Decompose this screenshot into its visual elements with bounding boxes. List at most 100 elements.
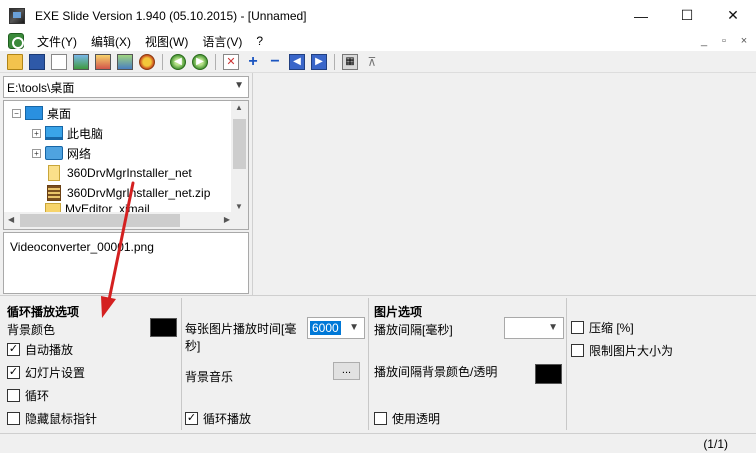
- scroll-down-icon[interactable]: ▼: [235, 202, 243, 211]
- menu-language[interactable]: 语言(V): [195, 33, 249, 50]
- per-image-time-value[interactable]: 6000: [310, 321, 341, 335]
- checkbox-checked-icon[interactable]: ✓: [7, 366, 20, 379]
- tree-item-label: 360DrvMgrInstaller_net.zip: [67, 186, 211, 200]
- expand-icon[interactable]: +: [32, 148, 41, 158]
- group-divider: [368, 298, 369, 430]
- tree-item-label: 此电脑: [67, 126, 104, 141]
- image-options-title: 图片选项: [374, 305, 423, 319]
- checkbox-unchecked-icon[interactable]: [374, 412, 387, 425]
- chevron-down-icon[interactable]: ▼: [234, 80, 244, 91]
- scroll-thumb[interactable]: [233, 119, 246, 169]
- checkbox-checked-icon[interactable]: ✓: [7, 343, 20, 356]
- loop-play-checkbox[interactable]: ✓ 循环播放: [185, 410, 251, 427]
- close-button[interactable]: ✕: [710, 0, 756, 31]
- scroll-left-icon[interactable]: ◀: [8, 215, 14, 224]
- image-edit-icon[interactable]: [95, 53, 111, 70]
- app-icon: [9, 7, 25, 24]
- nav-forward-icon[interactable]: ▶: [192, 53, 208, 70]
- preview-area: [252, 73, 756, 295]
- mdi-minimize-button[interactable]: _: [696, 35, 712, 47]
- tree-item-label: 网络: [67, 146, 92, 161]
- settings-panel: 循环播放选项 背景颜色 ✓ 自动播放 ✓ 幻灯片设置 循环 隐藏鼠标指针 每张图…: [0, 295, 756, 433]
- use-transparent-checkbox[interactable]: 使用透明: [374, 410, 440, 427]
- interval-bg-color-swatch[interactable]: [535, 364, 562, 384]
- hide-cursor-checkbox[interactable]: 隐藏鼠标指针: [7, 410, 97, 427]
- menu-help[interactable]: ?: [249, 34, 270, 48]
- checkbox-label: 循环: [25, 389, 50, 403]
- window-title: EXE Slide Version 1.940 (05.10.2015) - […: [35, 8, 307, 23]
- interval-label: 播放间隔[毫秒]: [374, 323, 453, 337]
- tree-item-network[interactable]: + 网络: [32, 143, 91, 163]
- remove-doc-icon[interactable]: ✕: [223, 53, 239, 70]
- desktop-icon: [25, 106, 43, 120]
- title-bar: EXE Slide Version 1.940 (05.10.2015) - […: [0, 0, 756, 31]
- maximize-button[interactable]: ☐: [664, 0, 710, 31]
- remove-icon[interactable]: −: [267, 53, 283, 70]
- per-image-time-combo[interactable]: 6000 ▼: [307, 317, 365, 339]
- tree-vertical-scrollbar[interactable]: ▲ ▼: [231, 101, 248, 213]
- checkbox-label: 隐藏鼠标指针: [25, 412, 98, 426]
- checkbox-unchecked-icon[interactable]: [571, 344, 584, 357]
- list-item[interactable]: Videoconverter_00001.png: [10, 240, 154, 254]
- chevron-down-icon[interactable]: ▼: [349, 322, 359, 333]
- limit-size-checkbox[interactable]: 限制图片大小为: [571, 342, 673, 359]
- menu-edit[interactable]: 编辑(X): [84, 33, 138, 50]
- image-effects-icon[interactable]: [117, 53, 133, 70]
- checkbox-unchecked-icon[interactable]: [7, 412, 20, 425]
- slideshow-settings-checkbox[interactable]: ✓ 幻灯片设置: [7, 364, 85, 381]
- mdi-document-icon[interactable]: [8, 33, 24, 49]
- play-icon[interactable]: [139, 53, 155, 70]
- scrollbar-corner: [231, 212, 248, 229]
- checkbox-checked-icon[interactable]: ✓: [185, 412, 198, 425]
- checkbox-unchecked-icon[interactable]: [571, 321, 584, 334]
- scroll-right-icon[interactable]: ▶: [224, 215, 230, 224]
- chevron-down-icon[interactable]: ▼: [548, 322, 558, 333]
- mdi-restore-button[interactable]: ▫: [716, 35, 732, 47]
- compress-checkbox[interactable]: 压缩 [%]: [571, 319, 634, 336]
- checkbox-unchecked-icon[interactable]: [7, 389, 20, 402]
- minimize-button[interactable]: —: [618, 0, 664, 31]
- add-icon[interactable]: +: [245, 53, 261, 70]
- new-document-icon[interactable]: [51, 53, 67, 70]
- tree-horizontal-scrollbar[interactable]: ◀ ▶: [4, 212, 233, 229]
- checkbox-label: 循环播放: [203, 412, 252, 426]
- menu-bar: 文件(Y) 编辑(X) 视图(W) 语言(V) ? _ ▫ ×: [0, 31, 756, 51]
- per-image-time-label: 每张图片播放时间[毫秒]: [185, 322, 297, 353]
- collapse-icon[interactable]: −: [12, 108, 21, 118]
- tree-item-this-pc[interactable]: + 此电脑: [32, 123, 103, 143]
- file-icon: [48, 165, 60, 181]
- browse-music-button[interactable]: ...: [333, 362, 360, 380]
- image-file-list[interactable]: Videoconverter_00001.png: [3, 232, 249, 294]
- open-folder-icon[interactable]: [7, 53, 23, 70]
- tree-item-desktop[interactable]: − 桌面: [12, 103, 71, 123]
- pin-icon[interactable]: ⊼: [364, 54, 380, 70]
- checkbox-label: 压缩 [%]: [589, 321, 634, 335]
- toolbar-separator: [215, 53, 216, 70]
- save-icon[interactable]: [29, 53, 45, 70]
- interval-combo[interactable]: ▼: [504, 317, 564, 339]
- menu-view[interactable]: 视图(W): [138, 33, 195, 50]
- bg-music-label: 背景音乐: [185, 370, 234, 384]
- image-icon[interactable]: [73, 53, 89, 70]
- menu-file[interactable]: 文件(Y): [30, 33, 84, 50]
- folder-tree[interactable]: − 桌面 + 此电脑 + 网络 360DrvMgrInstaller_net 3…: [3, 100, 249, 230]
- checkbox-label: 使用透明: [392, 412, 441, 426]
- expand-icon[interactable]: +: [32, 128, 41, 138]
- path-combo[interactable]: E:\tools\桌面 ▼: [3, 76, 249, 98]
- tree-item-zip[interactable]: 360DrvMgrInstaller_net.zip: [45, 183, 210, 203]
- move-right-icon[interactable]: ▶: [311, 53, 327, 70]
- loop-checkbox[interactable]: 循环: [7, 387, 49, 404]
- group-divider: [181, 298, 182, 430]
- mdi-close-button[interactable]: ×: [736, 35, 752, 47]
- loop-options-title: 循环播放选项: [7, 305, 80, 319]
- page-counter: (1/1): [703, 437, 728, 451]
- grid-icon[interactable]: ▦: [342, 53, 358, 70]
- scroll-thumb[interactable]: [20, 214, 180, 227]
- checkbox-label: 自动播放: [25, 343, 74, 357]
- autoplay-checkbox[interactable]: ✓ 自动播放: [7, 341, 73, 358]
- tree-item-file[interactable]: 360DrvMgrInstaller_net: [45, 163, 192, 183]
- nav-back-icon[interactable]: ◀: [170, 53, 186, 70]
- scroll-up-icon[interactable]: ▲: [235, 103, 243, 112]
- move-left-icon[interactable]: ◀: [289, 53, 305, 70]
- bg-color-swatch[interactable]: [150, 318, 177, 337]
